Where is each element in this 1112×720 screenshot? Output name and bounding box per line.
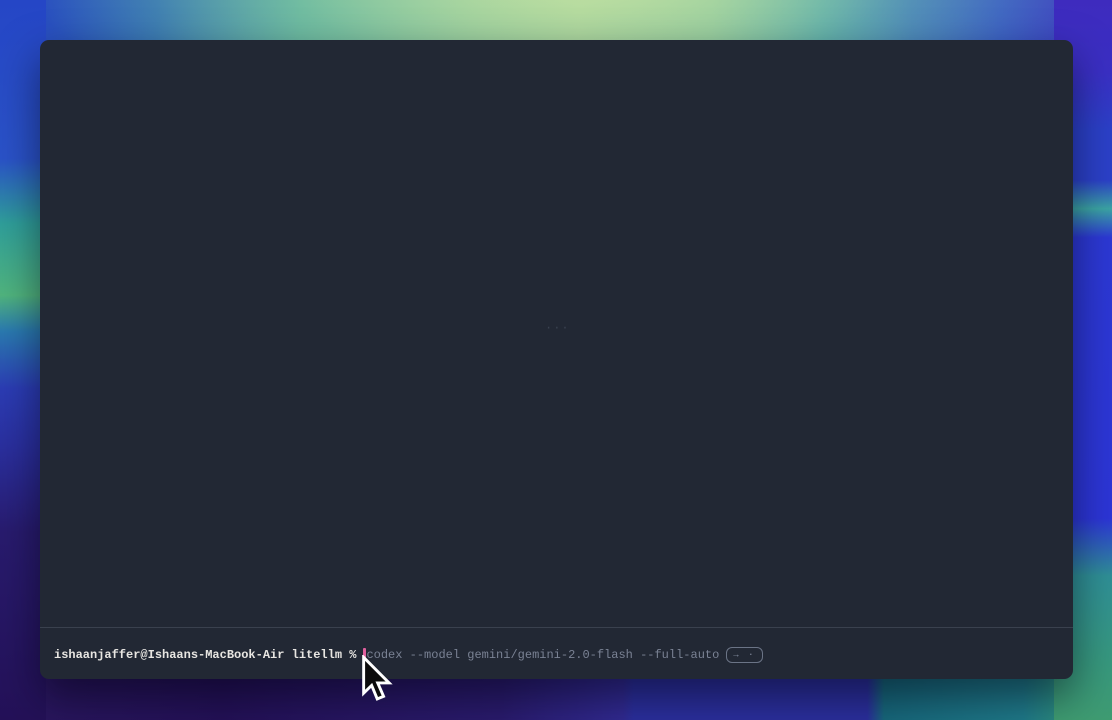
prompt-separator-line bbox=[40, 627, 1073, 628]
prompt-user-host: ishaanjaffer@Ishaans-MacBook-Air bbox=[54, 647, 284, 663]
autosuggestion-command: codex --model gemini/gemini-2.0-flash --… bbox=[366, 647, 719, 663]
prompt-directory: litellm bbox=[292, 647, 342, 663]
accept-suggestion-badge: → · bbox=[726, 647, 762, 663]
desktop: { "wallpaper": { "description": "macOS a… bbox=[0, 0, 1112, 720]
terminal-window[interactable]: ··· ishaanjaffer@Ishaans-MacBook-Air lit… bbox=[40, 40, 1073, 679]
terminal-output-area: ··· bbox=[40, 40, 1073, 627]
prompt-symbol: % bbox=[349, 647, 356, 663]
shell-prompt-line[interactable]: ishaanjaffer@Ishaans-MacBook-Air litellm… bbox=[54, 646, 1063, 664]
loading-indicator: ··· bbox=[545, 321, 570, 335]
